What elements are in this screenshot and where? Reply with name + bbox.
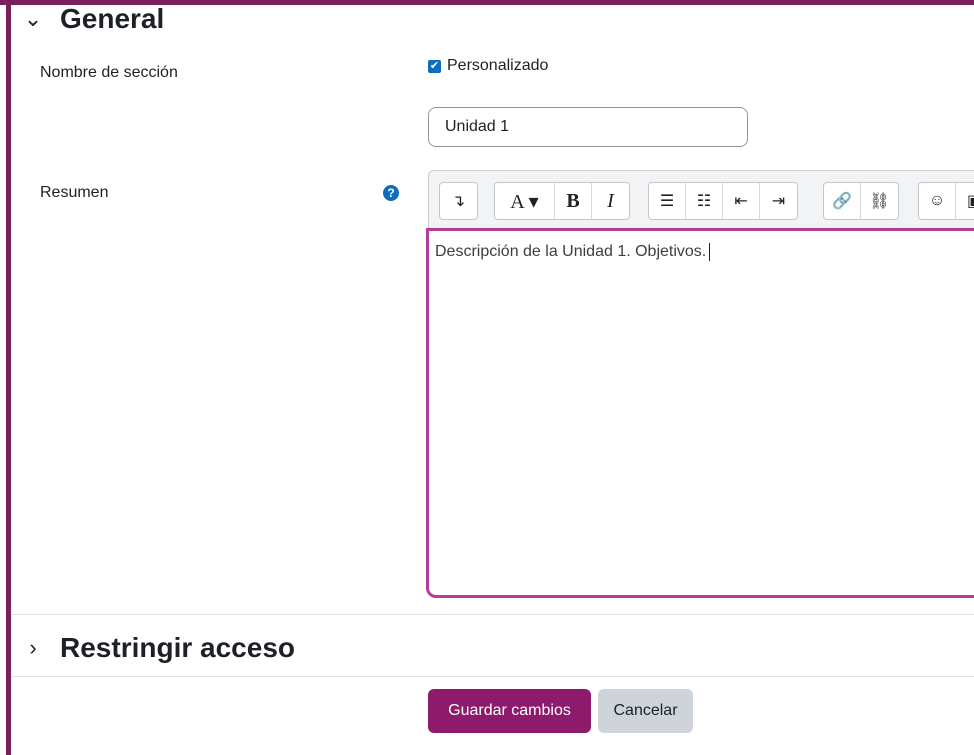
custom-name-checkbox-row[interactable]: ✔ Personalizado (428, 57, 548, 75)
toolbar-group-lists: ☰ ☷ ⇤ ⇥ (648, 182, 798, 220)
divider-bottom (11, 676, 974, 677)
toolbar-collapse-icon[interactable]: ↴ (440, 183, 477, 219)
unlink-icon[interactable]: ⛓ (861, 183, 898, 219)
italic-button[interactable]: I (592, 183, 629, 219)
summary-editor-text[interactable]: Descripción de la Unidad 1. Objetivos. (435, 243, 706, 260)
summary-editor[interactable]: Descripción de la Unidad 1. Objetivos. (426, 228, 974, 598)
font-color-button[interactable]: A ▾ (495, 183, 555, 219)
chevron-down-icon[interactable]: ⌄ (22, 6, 44, 32)
section-general-title: General (60, 3, 165, 34)
link-icon[interactable]: 🔗 (824, 183, 861, 219)
section-name-input[interactable] (428, 107, 748, 147)
section-general-header[interactable]: ⌄ General (22, 2, 165, 36)
help-icon[interactable]: ? (383, 185, 399, 201)
custom-name-checkbox[interactable]: ✔ (428, 59, 441, 73)
indent-icon[interactable]: ⇥ (760, 183, 797, 219)
custom-name-checkbox-label[interactable]: Personalizado (447, 57, 548, 75)
editor-toolbar: ↴ A ▾ B I ☰ ☷ ⇤ ⇥ 🔗 ⛓ ☺ ▣ (428, 170, 974, 228)
image-icon[interactable]: ▣ (956, 183, 974, 219)
section-name-label: Nombre de sección (40, 64, 178, 81)
ordered-list-icon[interactable]: ☷ (686, 183, 723, 219)
bold-button[interactable]: B (555, 183, 592, 219)
outdent-icon[interactable]: ⇤ (723, 183, 760, 219)
chevron-right-icon[interactable]: › (22, 635, 44, 661)
summary-label: Resumen (40, 184, 109, 201)
toolbar-group-text-style: A ▾ B I (494, 182, 630, 220)
emoji-icon[interactable]: ☺ (919, 183, 956, 219)
cancel-button[interactable]: Cancelar (598, 689, 693, 733)
section-restrict-title: Restringir acceso (60, 632, 295, 663)
save-button[interactable]: Guardar cambios (428, 689, 591, 733)
section-restrict-header[interactable]: › Restringir acceso (22, 628, 295, 668)
toolbar-group-links: 🔗 ⛓ (823, 182, 899, 220)
frame-left-border (6, 0, 11, 755)
unordered-list-icon[interactable]: ☰ (649, 183, 686, 219)
divider-top (11, 614, 974, 615)
toolbar-group-collapse: ↴ (439, 182, 478, 220)
toolbar-group-insert: ☺ ▣ (918, 182, 974, 220)
text-caret (709, 243, 711, 261)
